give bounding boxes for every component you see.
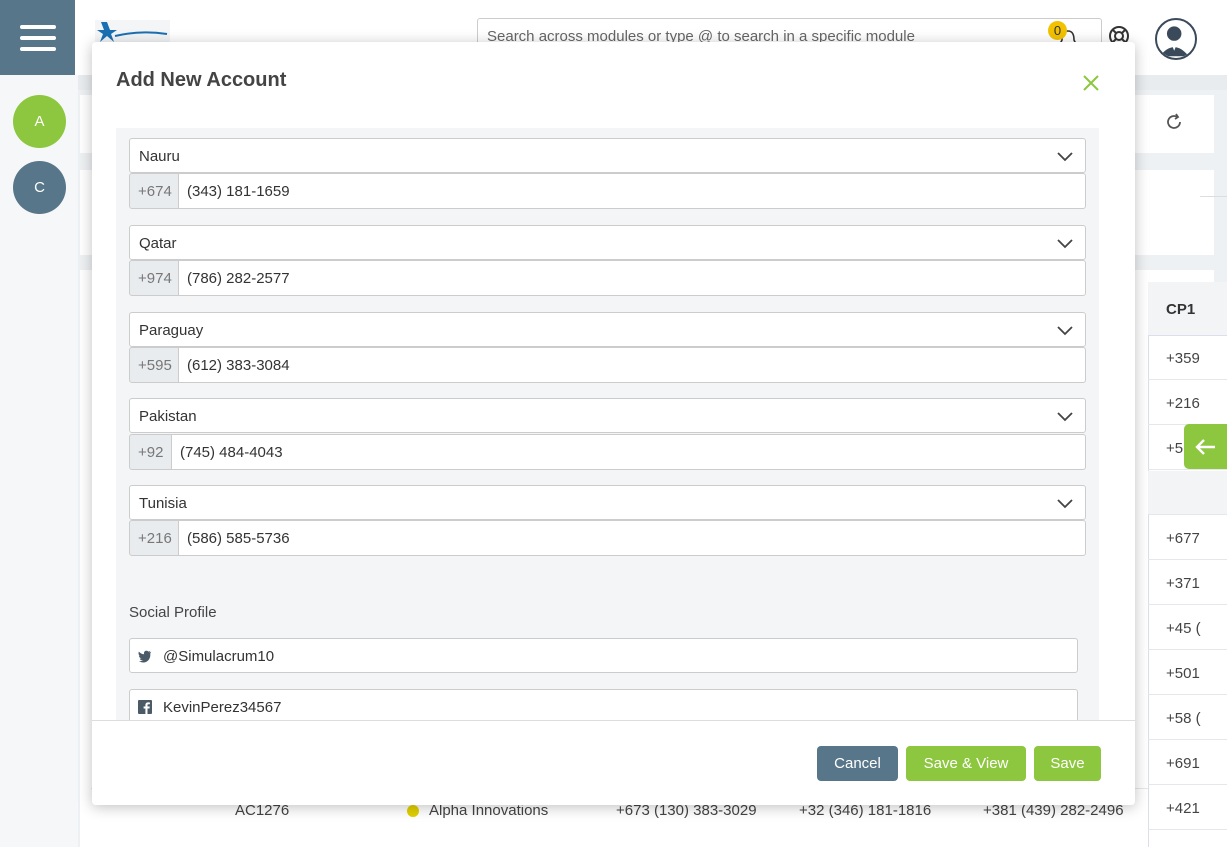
phone-code: +974 [129, 260, 179, 296]
cancel-button[interactable]: Cancel [817, 746, 898, 781]
side-panel-toggle[interactable] [1184, 424, 1227, 469]
hamburger-icon [19, 24, 56, 51]
rail-item-c[interactable]: C [13, 161, 66, 214]
country-select[interactable]: Qatar [129, 225, 1086, 260]
add-account-modal: Add New Account Nauru +674 (343) 181-165… [92, 42, 1135, 805]
table-cell: +371 [1148, 561, 1227, 605]
twitter-handle: @Simulacrum10 [163, 648, 275, 665]
table-cell: +677 [1148, 516, 1227, 560]
menu-button[interactable] [0, 0, 75, 75]
notification-badge: 0 [1048, 21, 1067, 40]
table-cell: +58 ( [1148, 696, 1227, 740]
status-dot [407, 805, 419, 817]
cp1-column-header[interactable]: CP1 [1148, 282, 1227, 336]
country-select-value: Nauru [139, 148, 180, 165]
chevron-down-icon [1057, 239, 1073, 249]
country-select-value: Paraguay [139, 322, 204, 339]
user-avatar[interactable] [1155, 18, 1197, 60]
phone-row: +974 (786) 282-2577 [129, 260, 1086, 296]
phone-code: +595 [129, 347, 179, 383]
country-select-value: Qatar [139, 235, 177, 252]
chevron-down-icon [1057, 152, 1073, 162]
table-cell: +359 [1148, 336, 1227, 380]
phone-row: +92 (745) 484-4043 [129, 434, 1086, 470]
rail-item-a[interactable]: A [13, 95, 66, 148]
phone-code: +674 [129, 173, 179, 209]
twitter-icon [138, 650, 152, 663]
country-select[interactable]: Pakistan [129, 398, 1086, 433]
country-select[interactable]: Paraguay [129, 312, 1086, 347]
chevron-down-icon [1057, 412, 1073, 422]
phone-row: +595 (612) 383-3084 [129, 347, 1086, 383]
phone-number-input[interactable]: (343) 181-1659 [178, 173, 1086, 209]
phone-number-input[interactable]: (745) 484-4043 [171, 434, 1086, 470]
save-button[interactable]: Save [1034, 746, 1101, 781]
phone-code: +216 [129, 520, 179, 556]
table-cell: +501 [1148, 651, 1227, 695]
chevron-down-icon [1057, 499, 1073, 509]
modal-title: Add New Account [116, 69, 287, 91]
country-select[interactable]: Nauru [129, 138, 1086, 173]
phone-number-input[interactable]: (786) 282-2577 [178, 260, 1086, 296]
phone-row: +674 (343) 181-1659 [129, 173, 1086, 209]
table-cell: +691 [1148, 741, 1227, 785]
phone-number-input[interactable]: (586) 585-5736 [178, 520, 1086, 556]
save-and-view-button[interactable]: Save & View [906, 746, 1026, 781]
facebook-field[interactable]: KevinPerez34567 [129, 689, 1078, 720]
arrow-left-icon [1194, 438, 1215, 455]
phone-row: +216 (586) 585-5736 [129, 520, 1086, 556]
table-cell: +421 [1148, 786, 1227, 830]
facebook-icon [138, 700, 152, 714]
table-cell: +216 [1148, 381, 1227, 425]
country-select-value: Pakistan [139, 408, 197, 425]
country-select-value: Tunisia [139, 495, 187, 512]
modal-footer: Cancel Save & View Save [92, 720, 1135, 805]
table-cell [1148, 471, 1227, 515]
phone-code: +92 [129, 434, 172, 470]
close-icon[interactable] [1082, 74, 1100, 92]
refresh-icon[interactable] [1164, 112, 1184, 132]
table-cell: +45 ( [1148, 606, 1227, 650]
twitter-field[interactable]: @Simulacrum10 [129, 638, 1078, 673]
facebook-handle: KevinPerez34567 [163, 699, 282, 716]
social-profile-label: Social Profile [129, 604, 217, 621]
modal-body: Nauru +674 (343) 181-1659 Qatar +974 (78… [116, 128, 1099, 720]
chevron-down-icon [1057, 326, 1073, 336]
country-select[interactable]: Tunisia [129, 485, 1086, 520]
user-avatar-icon [1159, 26, 1189, 57]
phone-number-input[interactable]: (612) 383-3084 [178, 347, 1086, 383]
